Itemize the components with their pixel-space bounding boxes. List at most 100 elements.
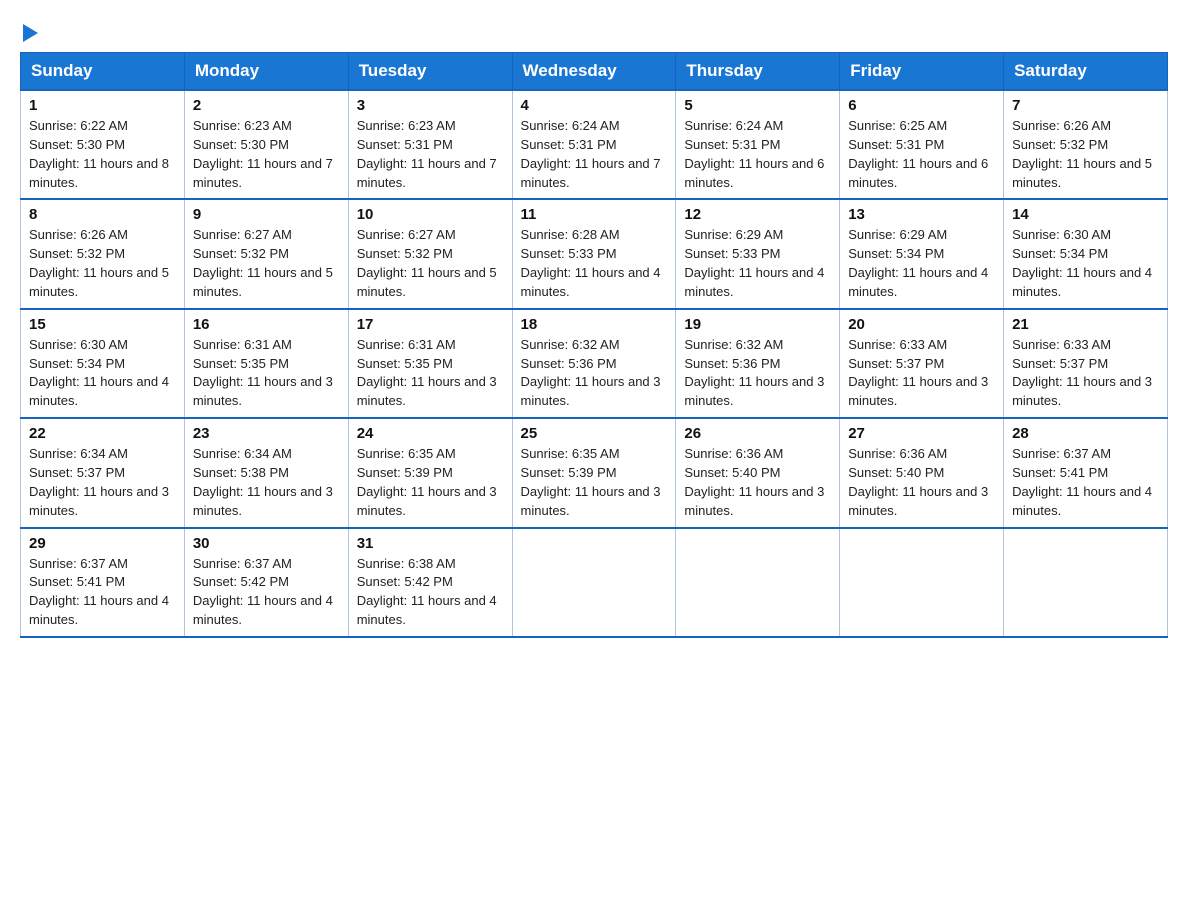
day-info: Sunrise: 6:34 AMSunset: 5:38 PMDaylight:… [193, 446, 333, 518]
day-number: 2 [193, 97, 340, 114]
day-number: 29 [29, 535, 176, 552]
calendar-cell: 25 Sunrise: 6:35 AMSunset: 5:39 PMDaylig… [512, 418, 676, 527]
day-info: Sunrise: 6:24 AMSunset: 5:31 PMDaylight:… [521, 118, 661, 190]
day-info: Sunrise: 6:30 AMSunset: 5:34 PMDaylight:… [1012, 227, 1152, 299]
day-info: Sunrise: 6:27 AMSunset: 5:32 PMDaylight:… [357, 227, 497, 299]
calendar-cell: 1 Sunrise: 6:22 AMSunset: 5:30 PMDayligh… [21, 90, 185, 199]
calendar-week-3: 15 Sunrise: 6:30 AMSunset: 5:34 PMDaylig… [21, 309, 1168, 418]
calendar-table: SundayMondayTuesdayWednesdayThursdayFrid… [20, 52, 1168, 638]
calendar-cell: 24 Sunrise: 6:35 AMSunset: 5:39 PMDaylig… [348, 418, 512, 527]
day-info: Sunrise: 6:35 AMSunset: 5:39 PMDaylight:… [357, 446, 497, 518]
day-number: 17 [357, 316, 504, 333]
calendar-cell: 15 Sunrise: 6:30 AMSunset: 5:34 PMDaylig… [21, 309, 185, 418]
calendar-cell: 16 Sunrise: 6:31 AMSunset: 5:35 PMDaylig… [184, 309, 348, 418]
day-number: 19 [684, 316, 831, 333]
day-info: Sunrise: 6:33 AMSunset: 5:37 PMDaylight:… [1012, 337, 1152, 409]
calendar-cell [676, 528, 840, 637]
calendar-cell: 27 Sunrise: 6:36 AMSunset: 5:40 PMDaylig… [840, 418, 1004, 527]
day-number: 4 [521, 97, 668, 114]
calendar-cell: 18 Sunrise: 6:32 AMSunset: 5:36 PMDaylig… [512, 309, 676, 418]
header-sunday: Sunday [21, 53, 185, 91]
calendar-cell: 5 Sunrise: 6:24 AMSunset: 5:31 PMDayligh… [676, 90, 840, 199]
calendar-cell: 26 Sunrise: 6:36 AMSunset: 5:40 PMDaylig… [676, 418, 840, 527]
day-info: Sunrise: 6:30 AMSunset: 5:34 PMDaylight:… [29, 337, 169, 409]
day-info: Sunrise: 6:35 AMSunset: 5:39 PMDaylight:… [521, 446, 661, 518]
day-number: 30 [193, 535, 340, 552]
day-info: Sunrise: 6:32 AMSunset: 5:36 PMDaylight:… [684, 337, 824, 409]
calendar-cell: 21 Sunrise: 6:33 AMSunset: 5:37 PMDaylig… [1004, 309, 1168, 418]
calendar-cell [512, 528, 676, 637]
calendar-cell: 17 Sunrise: 6:31 AMSunset: 5:35 PMDaylig… [348, 309, 512, 418]
calendar-cell: 13 Sunrise: 6:29 AMSunset: 5:34 PMDaylig… [840, 199, 1004, 308]
day-number: 31 [357, 535, 504, 552]
day-number: 12 [684, 206, 831, 223]
calendar-cell: 6 Sunrise: 6:25 AMSunset: 5:31 PMDayligh… [840, 90, 1004, 199]
calendar-cell: 10 Sunrise: 6:27 AMSunset: 5:32 PMDaylig… [348, 199, 512, 308]
day-info: Sunrise: 6:31 AMSunset: 5:35 PMDaylight:… [193, 337, 333, 409]
day-info: Sunrise: 6:38 AMSunset: 5:42 PMDaylight:… [357, 556, 497, 628]
day-info: Sunrise: 6:37 AMSunset: 5:41 PMDaylight:… [29, 556, 169, 628]
day-number: 8 [29, 206, 176, 223]
calendar-cell: 8 Sunrise: 6:26 AMSunset: 5:32 PMDayligh… [21, 199, 185, 308]
day-info: Sunrise: 6:34 AMSunset: 5:37 PMDaylight:… [29, 446, 169, 518]
day-number: 26 [684, 425, 831, 442]
calendar-cell: 7 Sunrise: 6:26 AMSunset: 5:32 PMDayligh… [1004, 90, 1168, 199]
header-saturday: Saturday [1004, 53, 1168, 91]
calendar-cell: 23 Sunrise: 6:34 AMSunset: 5:38 PMDaylig… [184, 418, 348, 527]
calendar-cell: 2 Sunrise: 6:23 AMSunset: 5:30 PMDayligh… [184, 90, 348, 199]
header-thursday: Thursday [676, 53, 840, 91]
day-number: 23 [193, 425, 340, 442]
page-header [20, 20, 1168, 42]
day-info: Sunrise: 6:24 AMSunset: 5:31 PMDaylight:… [684, 118, 824, 190]
day-number: 15 [29, 316, 176, 333]
day-number: 11 [521, 206, 668, 223]
header-wednesday: Wednesday [512, 53, 676, 91]
calendar-week-4: 22 Sunrise: 6:34 AMSunset: 5:37 PMDaylig… [21, 418, 1168, 527]
day-info: Sunrise: 6:37 AMSunset: 5:42 PMDaylight:… [193, 556, 333, 628]
calendar-cell: 19 Sunrise: 6:32 AMSunset: 5:36 PMDaylig… [676, 309, 840, 418]
calendar-cell: 3 Sunrise: 6:23 AMSunset: 5:31 PMDayligh… [348, 90, 512, 199]
day-info: Sunrise: 6:36 AMSunset: 5:40 PMDaylight:… [848, 446, 988, 518]
header-friday: Friday [840, 53, 1004, 91]
logo [20, 20, 38, 42]
calendar-cell: 12 Sunrise: 6:29 AMSunset: 5:33 PMDaylig… [676, 199, 840, 308]
calendar-week-5: 29 Sunrise: 6:37 AMSunset: 5:41 PMDaylig… [21, 528, 1168, 637]
calendar-cell [1004, 528, 1168, 637]
day-info: Sunrise: 6:25 AMSunset: 5:31 PMDaylight:… [848, 118, 988, 190]
day-number: 3 [357, 97, 504, 114]
day-info: Sunrise: 6:37 AMSunset: 5:41 PMDaylight:… [1012, 446, 1152, 518]
day-number: 16 [193, 316, 340, 333]
day-info: Sunrise: 6:26 AMSunset: 5:32 PMDaylight:… [29, 227, 169, 299]
day-info: Sunrise: 6:22 AMSunset: 5:30 PMDaylight:… [29, 118, 169, 190]
day-number: 5 [684, 97, 831, 114]
day-info: Sunrise: 6:36 AMSunset: 5:40 PMDaylight:… [684, 446, 824, 518]
day-number: 7 [1012, 97, 1159, 114]
day-number: 25 [521, 425, 668, 442]
day-number: 14 [1012, 206, 1159, 223]
calendar-cell: 14 Sunrise: 6:30 AMSunset: 5:34 PMDaylig… [1004, 199, 1168, 308]
day-number: 20 [848, 316, 995, 333]
day-info: Sunrise: 6:27 AMSunset: 5:32 PMDaylight:… [193, 227, 333, 299]
calendar-cell: 4 Sunrise: 6:24 AMSunset: 5:31 PMDayligh… [512, 90, 676, 199]
day-info: Sunrise: 6:33 AMSunset: 5:37 PMDaylight:… [848, 337, 988, 409]
day-number: 6 [848, 97, 995, 114]
calendar-cell: 28 Sunrise: 6:37 AMSunset: 5:41 PMDaylig… [1004, 418, 1168, 527]
calendar-cell: 9 Sunrise: 6:27 AMSunset: 5:32 PMDayligh… [184, 199, 348, 308]
calendar-week-1: 1 Sunrise: 6:22 AMSunset: 5:30 PMDayligh… [21, 90, 1168, 199]
calendar-cell: 31 Sunrise: 6:38 AMSunset: 5:42 PMDaylig… [348, 528, 512, 637]
calendar-cell [840, 528, 1004, 637]
day-info: Sunrise: 6:32 AMSunset: 5:36 PMDaylight:… [521, 337, 661, 409]
logo-triangle-icon [23, 24, 38, 42]
day-info: Sunrise: 6:28 AMSunset: 5:33 PMDaylight:… [521, 227, 661, 299]
day-number: 9 [193, 206, 340, 223]
calendar-week-2: 8 Sunrise: 6:26 AMSunset: 5:32 PMDayligh… [21, 199, 1168, 308]
header-tuesday: Tuesday [348, 53, 512, 91]
calendar-cell: 30 Sunrise: 6:37 AMSunset: 5:42 PMDaylig… [184, 528, 348, 637]
calendar-cell: 22 Sunrise: 6:34 AMSunset: 5:37 PMDaylig… [21, 418, 185, 527]
calendar-header-row: SundayMondayTuesdayWednesdayThursdayFrid… [21, 53, 1168, 91]
day-number: 1 [29, 97, 176, 114]
day-number: 24 [357, 425, 504, 442]
calendar-cell: 11 Sunrise: 6:28 AMSunset: 5:33 PMDaylig… [512, 199, 676, 308]
day-info: Sunrise: 6:31 AMSunset: 5:35 PMDaylight:… [357, 337, 497, 409]
day-number: 22 [29, 425, 176, 442]
